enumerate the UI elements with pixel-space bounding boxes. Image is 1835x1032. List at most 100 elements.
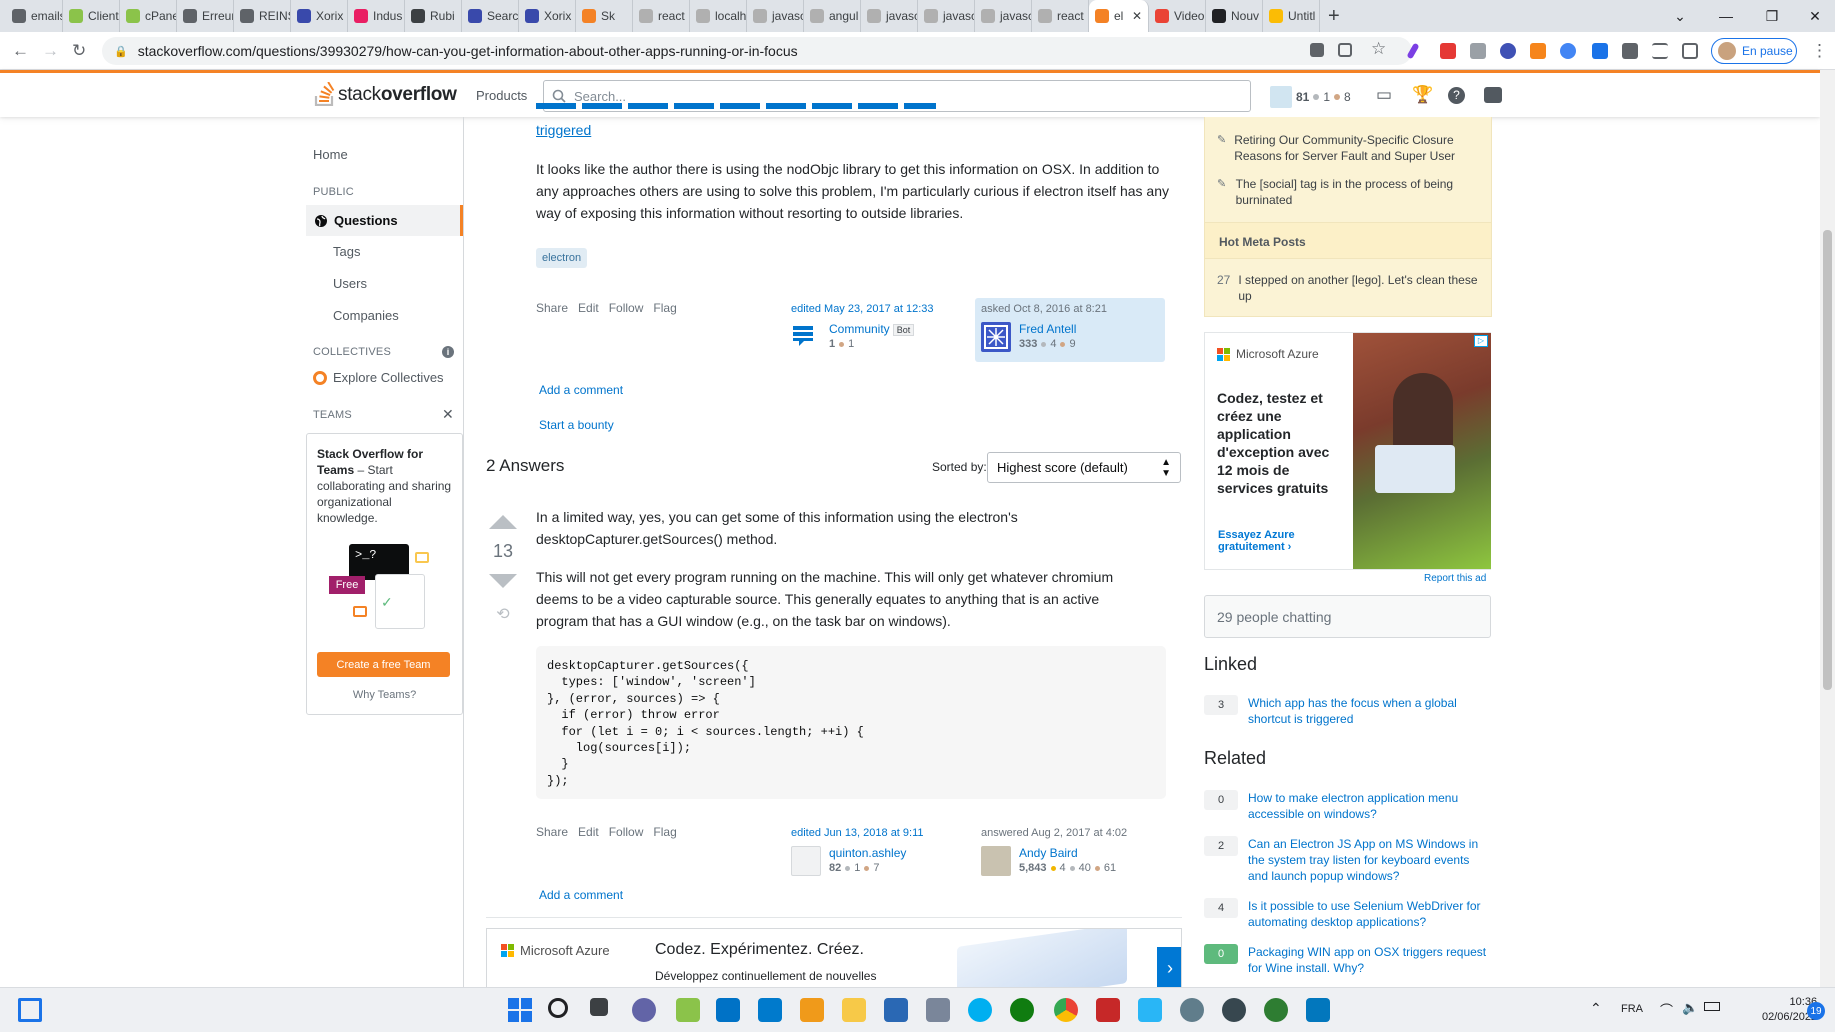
upvote-icon[interactable]	[489, 515, 517, 529]
post-menu-share[interactable]: Share	[536, 825, 568, 839]
browser-tab[interactable]: Xorix	[519, 0, 576, 32]
circle-extension-icon[interactable]	[1500, 43, 1516, 59]
store-icon[interactable]	[884, 998, 908, 1022]
asker-avatar[interactable]	[981, 322, 1011, 352]
tab-close-icon[interactable]: ✕	[1132, 9, 1142, 23]
close-window-button[interactable]: ✕	[1795, 0, 1835, 32]
task-view-icon[interactable]	[590, 998, 608, 1016]
nav-questions[interactable]: Questions	[306, 205, 463, 236]
browser-tab[interactable]: react	[1032, 0, 1089, 32]
inbox-icon[interactable]: ▭	[1376, 85, 1392, 105]
question-link[interactable]: Which app has the focus when a global sh…	[1248, 695, 1492, 727]
user-rep-block[interactable]: 81 1 8	[1270, 86, 1351, 108]
sidebar-ad[interactable]: Microsoft Azure Codez, testez et créez u…	[1204, 332, 1491, 570]
create-team-button[interactable]: Create a free Team	[317, 652, 450, 677]
close-icon[interactable]: ✕	[442, 406, 454, 423]
chrome-icon[interactable]	[1054, 998, 1078, 1022]
site-switcher-icon[interactable]	[1484, 87, 1502, 103]
tray-chevron-icon[interactable]: ⌃	[1590, 1000, 1602, 1017]
browser-tab[interactable]: Untitl	[1263, 0, 1320, 32]
scrollbar-thumb[interactable]	[1823, 230, 1832, 690]
post-menu-flag[interactable]: Flag	[653, 825, 676, 839]
restore-button[interactable]: ❐	[1749, 0, 1795, 32]
teams-chat-icon[interactable]	[632, 998, 656, 1022]
browser-tab[interactable]: Nouv	[1206, 0, 1263, 32]
minimize-button[interactable]: —	[1703, 0, 1749, 32]
browser-tab[interactable]: emails	[6, 0, 63, 32]
browser-tab[interactable]: Searc	[462, 0, 519, 32]
chevron-right-icon[interactable]: ›	[1157, 947, 1181, 987]
editor-avatar[interactable]	[791, 846, 821, 876]
browser-tab[interactable]: Rubi	[405, 0, 462, 32]
file-explorer-icon[interactable]	[842, 998, 866, 1022]
answer-editor-name[interactable]: quinton.ashley	[829, 846, 906, 860]
browser-tab[interactable]: Client	[63, 0, 120, 32]
downvote-icon[interactable]	[489, 574, 517, 588]
post-menu-share[interactable]: Share	[536, 301, 568, 315]
sort-select[interactable]: Highest score (default) ▲ ▼	[987, 452, 1181, 483]
browser-tab[interactable]: javasc	[918, 0, 975, 32]
related-item[interactable]: 0 How to make electron application menu a…	[1204, 790, 1492, 822]
volume-icon[interactable]: 🔈	[1682, 1000, 1698, 1016]
xbox-icon[interactable]	[1010, 998, 1034, 1022]
so-logo[interactable]: stackoverflow	[314, 81, 457, 107]
profile-button[interactable]: En pause	[1711, 38, 1797, 64]
browser-tab[interactable]: REINS	[234, 0, 291, 32]
question-link[interactable]: Is it possible to use Selenium WebDriver…	[1248, 898, 1492, 930]
hot-meta-item[interactable]: 27 I stepped on another [lego]. Let's cle…	[1217, 272, 1481, 304]
chat-box[interactable]: 29 people chatting	[1204, 595, 1491, 638]
ad-cta[interactable]: Essayez Azure gratuitement ›	[1218, 529, 1318, 553]
answer-add-comment[interactable]: Add a comment	[539, 888, 623, 902]
adchoices-icon[interactable]: ▷	[1474, 335, 1488, 347]
tag-electron[interactable]: electron	[536, 248, 588, 268]
taskbar-search-icon[interactable]	[548, 998, 568, 1018]
blue-extension-icon[interactable]	[1592, 43, 1608, 59]
start-bounty-link[interactable]: Start a bounty	[539, 418, 614, 432]
browser-tab[interactable]: javasc	[861, 0, 918, 32]
settings-icon[interactable]	[1180, 998, 1204, 1022]
tab-search-chevron-icon[interactable]: ⌄	[1657, 0, 1703, 32]
metamask-icon[interactable]	[1530, 43, 1546, 59]
browser-tab[interactable]: react	[633, 0, 690, 32]
reading-list-icon[interactable]	[1652, 43, 1668, 59]
why-teams-link[interactable]: Why Teams?	[307, 689, 462, 701]
url-field[interactable]: 🔒 stackoverflow.com/questions/39930279/h…	[102, 37, 1412, 65]
nav-companies[interactable]: Companies	[333, 308, 399, 323]
meta-item-2[interactable]: ✎ The [social] tag is in the process of b…	[1217, 176, 1481, 208]
post-menu-follow[interactable]: Follow	[609, 301, 644, 315]
skype-icon[interactable]	[968, 998, 992, 1022]
author-avatar[interactable]	[981, 846, 1011, 876]
kebab-menu-icon[interactable]: ⋮	[1811, 41, 1828, 61]
translate-icon[interactable]	[1310, 43, 1324, 57]
browser-tab[interactable]: Sk	[576, 0, 633, 32]
sublime-icon[interactable]	[800, 998, 824, 1022]
browser-tab[interactable]: javasc	[975, 0, 1032, 32]
asker-name[interactable]: Fred Antell	[1019, 322, 1076, 336]
post-menu-follow[interactable]: Follow	[609, 825, 644, 839]
puzzle-extensions-icon[interactable]	[1622, 43, 1638, 59]
gear-extension-icon[interactable]	[1560, 43, 1576, 59]
back-icon[interactable]: ←	[12, 41, 29, 61]
app-green-icon[interactable]	[676, 998, 700, 1022]
question-link[interactable]: How to make electron application menu ac…	[1248, 790, 1492, 822]
widgets-icon[interactable]	[18, 998, 42, 1022]
browser-tab[interactable]: Erreur	[177, 0, 234, 32]
vscode-icon[interactable]	[758, 998, 782, 1022]
share-icon[interactable]	[1338, 43, 1352, 57]
help-icon[interactable]: ?	[1448, 87, 1465, 104]
post-menu-edit[interactable]: Edit	[578, 301, 599, 315]
browser-tab[interactable]: localh	[690, 0, 747, 32]
nav-home[interactable]: Home	[313, 147, 348, 162]
question-link[interactable]: Can an Electron JS App on MS Windows in …	[1248, 836, 1492, 884]
linked-item[interactable]: 3 Which app has the focus when a global s…	[1204, 695, 1492, 727]
browser-tab[interactable]: cPane	[120, 0, 177, 32]
info-icon[interactable]: i	[442, 346, 454, 358]
image-app-icon[interactable]	[1306, 998, 1330, 1022]
windows-start-icon[interactable]	[508, 998, 532, 1022]
report-ad-link[interactable]: Report this ad	[1424, 573, 1486, 584]
browser-tab[interactable]: el ✕	[1089, 0, 1149, 32]
editor-name[interactable]: Community	[829, 322, 890, 336]
extension-red-icon[interactable]	[1440, 43, 1456, 59]
camera-extension-icon[interactable]	[1470, 43, 1486, 59]
products-link[interactable]: Products	[476, 88, 527, 103]
